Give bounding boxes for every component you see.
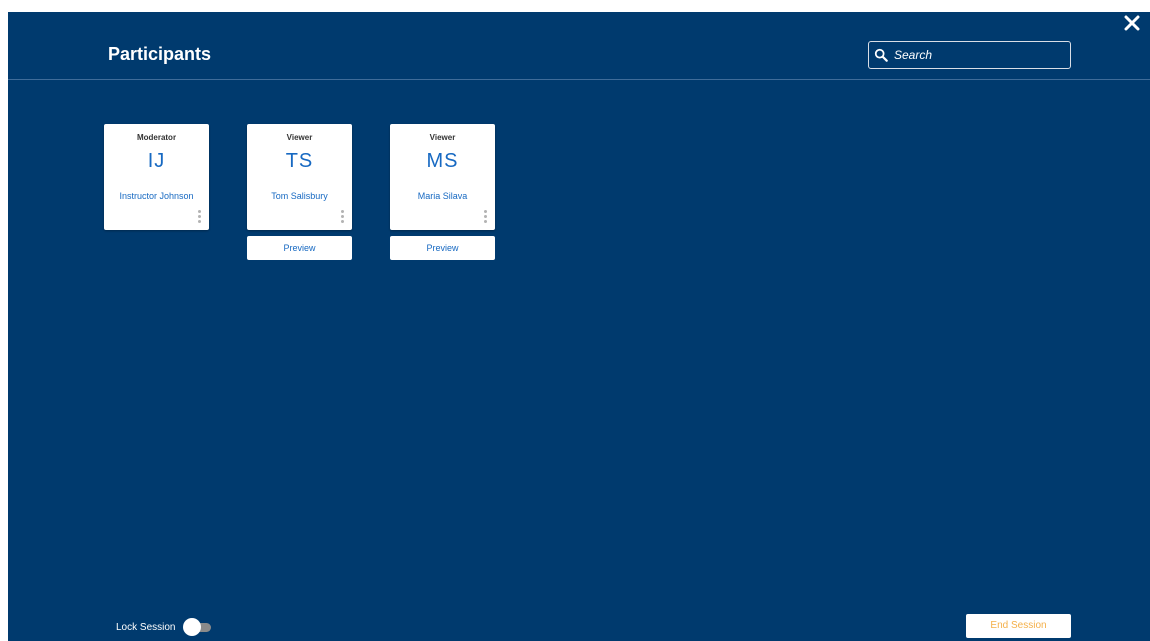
more-options-icon[interactable] [197, 209, 201, 227]
close-icon [1124, 15, 1140, 31]
close-button[interactable] [1124, 15, 1142, 33]
participant-initials: IJ [147, 150, 166, 172]
preview-button[interactable]: Preview [247, 236, 352, 260]
participant-tile[interactable]: Moderator IJ Instructor Johnson [104, 124, 209, 230]
header: Participants [8, 12, 1150, 80]
participant-tile[interactable]: Viewer MS Maria Silava [390, 124, 495, 230]
lock-session-label: Lock Session [116, 621, 176, 633]
lock-session-toggle[interactable] [183, 617, 213, 637]
preview-button[interactable]: Preview [390, 236, 495, 260]
search-input[interactable] [894, 48, 1064, 62]
participant-role: Moderator [136, 133, 177, 142]
participant-initials: TS [285, 150, 314, 172]
participant-role: Viewer [286, 133, 313, 142]
participant-card: Viewer TS Tom Salisbury Preview [247, 124, 352, 260]
more-options-icon[interactable] [483, 209, 487, 227]
page-title: Participants [108, 44, 212, 64]
participant-tile[interactable]: Viewer TS Tom Salisbury [247, 124, 352, 230]
participant-card: Viewer MS Maria Silava Preview [390, 124, 495, 260]
search-icon [874, 48, 888, 62]
participant-name: Instructor Johnson [119, 191, 194, 201]
participant-name: Tom Salisbury [271, 191, 328, 201]
participant-name: Maria Silava [417, 191, 468, 201]
participant-role: Viewer [429, 133, 456, 142]
lock-session-control: Lock Session [116, 617, 213, 637]
participant-initials: MS [426, 150, 459, 172]
participant-card: Moderator IJ Instructor Johnson [104, 124, 209, 230]
toggle-knob [183, 618, 202, 636]
more-options-icon[interactable] [340, 209, 344, 227]
search-box[interactable] [868, 41, 1071, 69]
end-session-button[interactable]: End Session [966, 614, 1071, 638]
participants-panel: Participants Moderator IJ Instructor Joh… [8, 12, 1150, 641]
